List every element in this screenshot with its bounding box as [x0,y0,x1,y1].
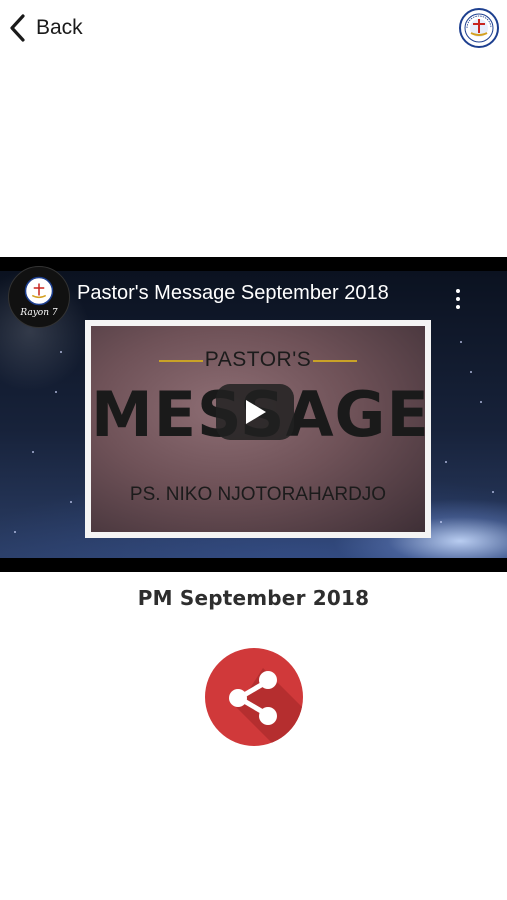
thumbnail-heading: PASTOR'S [204,348,312,371]
play-button[interactable] [216,384,294,440]
screen: Back Rayon 7 Pastor's Message September … [0,0,507,900]
play-icon [246,400,266,424]
chevron-left-icon [10,14,25,42]
dot-icon [456,305,460,309]
back-label: Back [36,16,83,39]
dot-icon [456,289,460,293]
back-button[interactable]: Back [8,10,83,46]
channel-name: Rayon 7 [20,308,58,318]
video-title[interactable]: Pastor's Message September 2018 [77,282,389,305]
share-icon [229,671,277,725]
more-options-button[interactable] [448,285,468,313]
channel-logo-icon [24,276,54,306]
top-bar: Back [0,0,507,56]
share-button[interactable] [205,648,303,746]
dot-icon [456,297,460,301]
thumbnail-speaker: PS. NIKO NJOTORAHARDJO [129,484,387,505]
channel-avatar[interactable]: Rayon 7 [8,266,70,328]
video-caption: PM September 2018 [137,586,370,610]
church-logo [459,8,499,48]
